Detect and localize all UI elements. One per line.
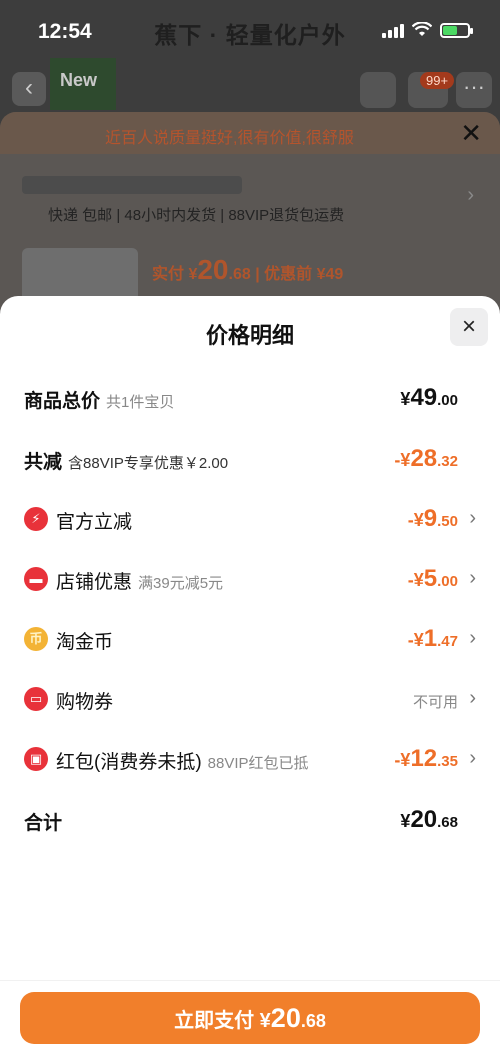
status-bar: 12:54 蕉下 · 轻量化户外 [0, 0, 500, 62]
row-value: -¥12.35 [394, 745, 458, 772]
row-shop-discount[interactable]: ▬ 店铺优惠 满39元减5元 -¥5.00 › [0, 549, 500, 609]
coin-icon: 币 [24, 627, 48, 651]
background-page: 12:54 蕉下 · 轻量化户外 ‹ New 99+ ··· 近百人说质量挺好,… [0, 0, 500, 320]
row-label: 商品总价 共1件宝贝 [24, 391, 175, 412]
lightning-icon: ⚡ [24, 507, 48, 531]
order-sheet-background: 近百人说质量挺好,很有价值,很舒服 ✕ › 快递 包邮 | 48小时内发货 | … [0, 112, 500, 312]
shop-icon: ▬ [24, 567, 48, 591]
row-value: -¥5.00 [407, 565, 458, 592]
pay-now-button[interactable]: 立即支付 ¥20.68 [20, 992, 480, 1044]
chevron-right-icon: › [469, 567, 476, 589]
row-label: 官方立减 [56, 512, 133, 533]
red-packet-icon: ▣ [24, 747, 48, 771]
row-tao-coin[interactable]: 币 淘金币 -¥1.47 › [0, 609, 500, 669]
signal-icon [382, 22, 404, 38]
notice-close-icon[interactable]: ✕ [460, 118, 482, 149]
back-button[interactable]: ‹ [12, 72, 46, 106]
row-red-packet[interactable]: ▣ 红包(消费券未抵) 88VIP红包已抵 -¥12.35 › [0, 729, 500, 789]
price-detail-sheet: 价格明细 × 商品总价 共1件宝贝 ¥49.00 共减 含88VIP专享优惠￥2.0… [0, 296, 500, 1050]
shipping-info: 快递 包邮 | 48小时内发货 | 88VIP退货包运费 [48, 207, 345, 224]
row-value: -¥9.50 [407, 505, 458, 532]
row-label: 合计 [24, 813, 63, 834]
voucher-icon: ▭ [24, 687, 48, 711]
chevron-right-icon: › [469, 627, 476, 649]
close-icon: × [461, 313, 476, 340]
chevron-right-icon: › [469, 747, 476, 769]
sheet-title: 价格明细 [205, 323, 294, 348]
row-shopping-voucher[interactable]: ▭ 购物券 不可用 › [0, 669, 500, 729]
row-official-discount[interactable]: ⚡ 官方立减 -¥9.50 › [0, 489, 500, 549]
row-total-reduce: 共减 含88VIP专享优惠￥2.00 -¥28.32 [0, 429, 500, 489]
row-total-price: 商品总价 共1件宝贝 ¥49.00 [0, 368, 500, 428]
chevron-right-icon: › [469, 687, 476, 709]
battery-icon [440, 22, 473, 38]
chevron-right-icon: › [467, 184, 474, 206]
background-price: 实付 ¥20.68 | 优惠前 ¥49 [152, 254, 344, 285]
row-sum: 合计 ¥20.68 [0, 790, 500, 850]
wifi-icon [412, 22, 432, 36]
more-button[interactable]: ··· [456, 72, 492, 108]
row-value: -¥28.32 [394, 445, 458, 472]
notice-bar: 近百人说质量挺好,很有价值,很舒服 ✕ [0, 112, 500, 154]
close-button[interactable]: × [450, 308, 488, 346]
row-label: 共减 含88VIP专享优惠￥2.00 [24, 452, 229, 473]
new-label: New [50, 58, 116, 110]
row-label: 淘金币 [56, 632, 114, 653]
share-button[interactable] [360, 72, 396, 108]
chevron-right-icon: › [469, 507, 476, 529]
row-label: 店铺优惠 满39元减5元 [56, 572, 224, 593]
row-value: ¥49.00 [400, 384, 458, 411]
row-label: 红包(消费券未抵) 88VIP红包已抵 [56, 752, 309, 773]
row-label: 购物券 [56, 692, 114, 713]
row-value: ¥20.68 [400, 806, 458, 833]
cart-badge: 99+ [420, 72, 455, 89]
status-icons [382, 22, 473, 38]
notice-text: 近百人说质量挺好,很有价值,很舒服 [105, 130, 354, 147]
row-value: -¥1.47 [407, 625, 458, 652]
row-value: 不可用 [412, 694, 458, 711]
store-name-blurred [22, 176, 242, 194]
